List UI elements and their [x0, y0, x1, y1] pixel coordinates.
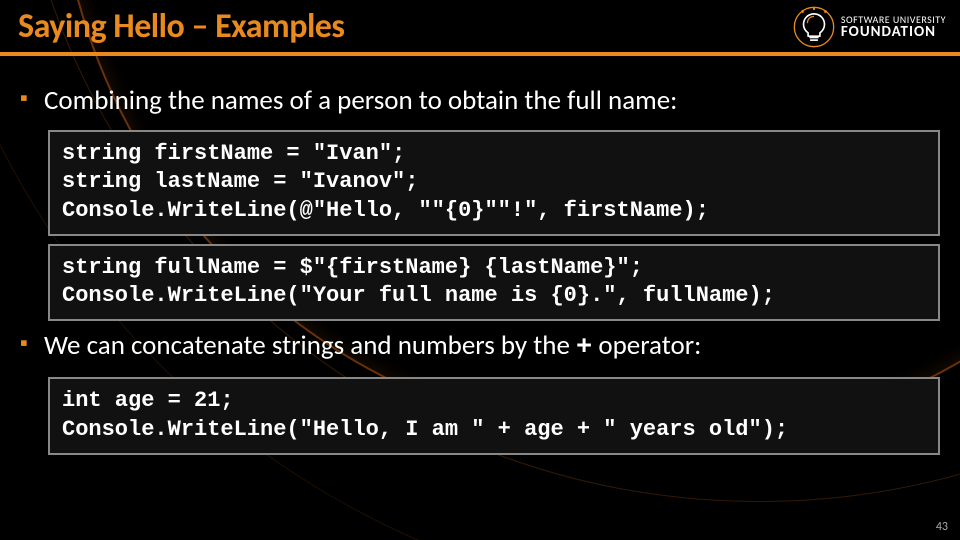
- bullet-2: We can concatenate strings and numbers b…: [20, 329, 940, 366]
- bullet-2-post: operator:: [592, 329, 701, 362]
- code-box-3: int age = 21; Console.WriteLine("Hello, …: [48, 377, 940, 454]
- slide: Saying Hello – Examples SOFTWARE UNIVERS…: [0, 0, 960, 540]
- slide-title: Saying Hello – Examples: [18, 6, 345, 47]
- code-box-1: string firstName = "Ivan"; string lastNa…: [48, 130, 940, 236]
- bullet-2-pre: We can concatenate strings and numbers b…: [44, 329, 576, 362]
- title-underline: [0, 52, 960, 56]
- code-box-2: string fullName = $"{firstName} {lastNam…: [48, 244, 940, 321]
- plus-operator: +: [576, 333, 592, 363]
- slide-body: Combining the names of a person to obtai…: [20, 76, 940, 463]
- lightbulb-icon: [793, 6, 835, 48]
- logo-text: SOFTWARE UNIVERSITY FOUNDATION: [841, 15, 946, 40]
- slide-number: 43: [936, 520, 948, 534]
- logo: SOFTWARE UNIVERSITY FOUNDATION: [793, 6, 946, 48]
- bullet-1: Combining the names of a person to obtai…: [20, 84, 940, 118]
- logo-line2: FOUNDATION: [841, 25, 946, 40]
